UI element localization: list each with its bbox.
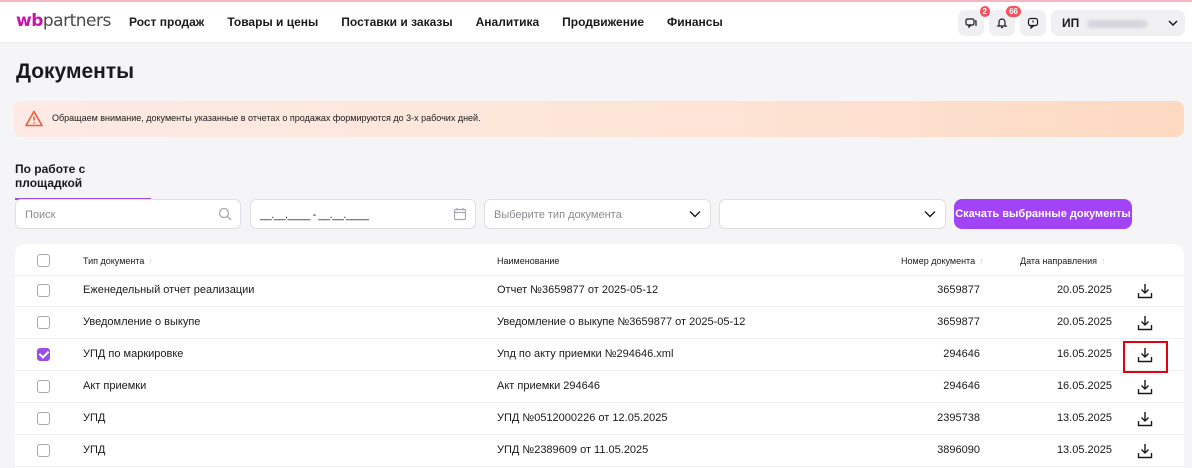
top-navigation-bar: wbpartners Рост продаж Товары и цены Пос… [0, 0, 1192, 43]
nav-supplies-orders[interactable]: Поставки и заказы [341, 15, 452, 29]
cell-name: Акт приемки 294646 [497, 380, 600, 392]
bell-icon [996, 18, 1008, 29]
row-checkbox-checked[interactable] [37, 348, 50, 361]
cell-date: 20.05.2025 [1056, 316, 1112, 328]
user-prefix: ИП [1062, 16, 1080, 30]
support-button[interactable] [1020, 10, 1046, 36]
notifications-badge: 66 [1006, 6, 1021, 17]
support-chat-icon [1027, 17, 1039, 29]
tab-platform-documents[interactable]: По работе с площадкой [15, 162, 151, 200]
sort-arrow-icon[interactable]: ↑ [148, 256, 153, 266]
table-header-row: Тип документа ↑ Наименование Номер докуме… [15, 244, 1184, 276]
documents-table: Тип документа ↑ Наименование Номер докуме… [15, 244, 1184, 468]
cell-date: 13.05.2025 [1056, 444, 1112, 456]
secondary-select[interactable] [719, 199, 946, 229]
cell-number: 3659877 [937, 316, 980, 328]
info-alert: Обращаем внимание, документы указанные в… [14, 101, 1184, 137]
nav-growth[interactable]: Рост продаж [129, 15, 204, 29]
sort-arrow-icon[interactable]: ↑ [979, 256, 984, 266]
download-icon[interactable] [1136, 378, 1154, 396]
nav-analytics[interactable]: Аналитика [476, 15, 540, 29]
cell-type: УПД [83, 444, 106, 456]
page-title: Документы [16, 60, 135, 83]
col-header-date[interactable]: Дата направления ↑ [1020, 256, 1106, 266]
alert-text: Обращаем внимание, документы указанные в… [52, 113, 481, 123]
cell-name: Уведомление о выкупе №3659877 от 2025-05… [497, 316, 746, 328]
cell-number: 3659877 [937, 284, 980, 296]
download-icon[interactable] [1136, 442, 1154, 460]
download-icon[interactable] [1136, 314, 1154, 332]
warning-icon [25, 110, 43, 127]
cell-name: Упд по акту приемки №294646.xml [497, 348, 674, 360]
row-checkbox[interactable] [37, 316, 50, 329]
search-icon [218, 207, 232, 221]
search-input[interactable]: Поиск [15, 199, 241, 229]
date-range-input[interactable]: __.__.____ - __.__.____ [250, 199, 476, 229]
col-header-number[interactable]: Номер документа ↑ [901, 256, 984, 266]
cell-date: 20.05.2025 [1056, 284, 1112, 296]
chevron-down-icon [1168, 20, 1178, 27]
table-row: Уведомление о выкупе Уведомление о выкуп… [15, 307, 1184, 339]
cell-type: Акт приемки [83, 380, 147, 392]
cell-number: 294646 [943, 348, 980, 360]
table-row: УПД по маркировке Упд по акту приемки №2… [15, 339, 1184, 371]
col-header-name: Наименование [497, 256, 560, 266]
row-checkbox[interactable] [37, 380, 50, 393]
cell-name: УПД №2389609 от 11.05.2025 [497, 444, 649, 456]
main-nav: Рост продаж Товары и цены Поставки и зак… [129, 15, 746, 29]
chat-icon [965, 18, 977, 29]
cell-number: 2395738 [937, 412, 980, 424]
calendar-icon [453, 208, 467, 221]
cell-date: 13.05.2025 [1056, 412, 1112, 424]
row-checkbox[interactable] [37, 284, 50, 297]
cell-date: 16.05.2025 [1056, 380, 1112, 392]
table-row: УПД УПД №0512000226 от 12.05.2025 239573… [15, 403, 1184, 435]
document-type-select[interactable]: Выберите тип документа [484, 199, 711, 229]
table-row: Еженедельный отчет реализации Отчет №365… [15, 275, 1184, 307]
row-checkbox[interactable] [37, 412, 50, 425]
cell-type: Еженедельный отчет реализации [83, 284, 255, 296]
user-menu-button[interactable]: ИП [1051, 10, 1185, 36]
download-selected-button[interactable]: Скачать выбранные документы [954, 199, 1132, 229]
chevron-down-icon [689, 211, 701, 218]
row-checkbox[interactable] [37, 444, 50, 457]
notifications-button[interactable]: 66 [989, 6, 1021, 36]
download-icon[interactable] [1136, 282, 1154, 300]
date-range-value: __.__.____ - __.__.____ [260, 209, 369, 221]
highlight-box [1123, 341, 1168, 373]
nav-products-prices[interactable]: Товары и цены [227, 15, 318, 29]
document-type-placeholder: Выберите тип документа [494, 209, 622, 221]
table-row: УПД УПД №2389609 от 11.05.2025 3896090 1… [15, 435, 1184, 467]
cell-date: 16.05.2025 [1056, 348, 1112, 360]
cell-name: Отчет №3659877 от 2025-05-12 [497, 284, 659, 296]
nav-promotion[interactable]: Продвижение [562, 15, 644, 29]
table-row: Акт приемки Акт приемки 294646 294646 16… [15, 371, 1184, 403]
cell-name: УПД №0512000226 от 12.05.2025 [497, 412, 668, 424]
search-placeholder: Поиск [25, 209, 56, 221]
cell-number: 3896090 [937, 444, 980, 456]
download-icon[interactable] [1136, 410, 1154, 428]
select-all-checkbox[interactable] [37, 254, 50, 267]
cell-type: УПД [83, 412, 106, 424]
chevron-down-icon [924, 211, 936, 218]
cell-type: Уведомление о выкупе [83, 316, 201, 328]
sort-arrow-icon[interactable]: ↑ [1101, 256, 1106, 266]
cell-type: УПД по маркировке [83, 348, 184, 360]
cell-number: 294646 [943, 380, 980, 392]
wbpartners-logo[interactable]: wbpartners [16, 11, 111, 31]
user-name-blurred [1086, 19, 1147, 28]
nav-finance[interactable]: Финансы [667, 15, 723, 29]
chat-button[interactable]: 2 [958, 6, 990, 36]
col-header-type[interactable]: Тип документа ↑ [83, 256, 153, 266]
